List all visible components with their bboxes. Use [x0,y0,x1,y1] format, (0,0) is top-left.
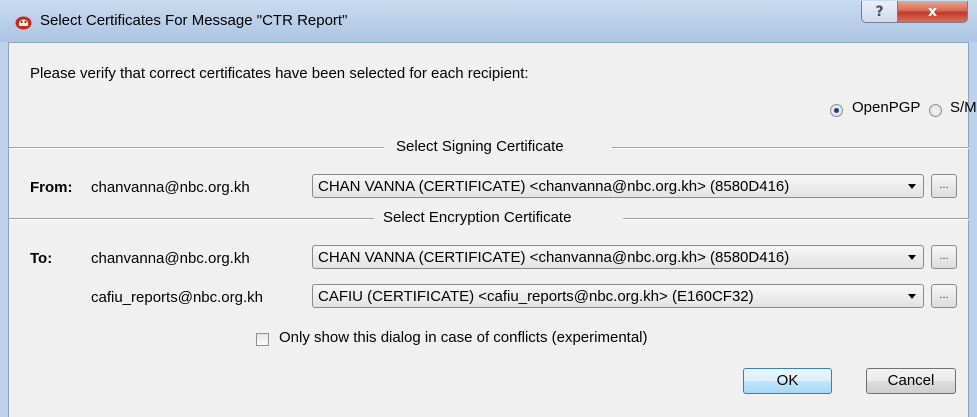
signing-address: chanvanna@nbc.org.kh [91,179,250,196]
recipient-certificate-select[interactable]: CHAN VANNA (CERTIFICATE) <chanvanna@nbc.… [312,245,924,269]
openpgp-label[interactable]: OpenPGP [852,99,920,116]
from-label: From: [30,179,73,196]
recipient-certificate-select[interactable]: CAFIU (CERTIFICATE) <cafiu_reports@nbc.o… [312,284,924,308]
dialog-body: Please verify that correct certificates … [8,42,977,417]
chevron-down-icon [908,294,916,299]
help-button[interactable]: ? [861,1,898,23]
cancel-button[interactable]: Cancel [866,368,956,394]
openpgp-radio[interactable] [830,104,843,117]
smime-label[interactable]: S/MIME [950,99,977,116]
recipient-certificate-value: CAFIU (CERTIFICATE) <cafiu_reports@nbc.o… [318,288,754,305]
signing-separator-left [9,147,384,149]
title-bar[interactable]: Select Certificates For Message "CTR Rep… [0,0,977,42]
recipient-certificate-value: CHAN VANNA (CERTIFICATE) <chanvanna@nbc.… [318,249,790,266]
chevron-down-icon [908,184,916,189]
close-button[interactable]: x [897,1,968,23]
dialog-window: Select Certificates For Message "CTR Rep… [0,0,977,417]
recipient-address: cafiu_reports@nbc.org.kh [91,289,263,306]
ok-button[interactable]: OK [743,368,832,394]
signing-separator-right [612,147,969,149]
help-icon: ? [875,3,884,20]
signing-section-title: Select Signing Certificate [396,138,564,155]
conflicts-checkbox[interactable] [256,333,269,346]
recipient-address: chanvanna@nbc.org.kh [91,250,250,267]
window-title: Select Certificates For Message "CTR Rep… [40,12,348,29]
intro-text: Please verify that correct certificates … [30,65,529,82]
app-icon [15,16,32,30]
encryption-separator-left [9,218,374,220]
to-label: To: [30,250,53,267]
recipient-details-button[interactable]: ... [931,245,957,269]
encryption-separator-right [623,218,969,220]
close-icon: x [927,3,938,20]
signing-certificate-select[interactable]: CHAN VANNA (CERTIFICATE) <chanvanna@nbc.… [312,174,924,198]
signing-certificate-value: CHAN VANNA (CERTIFICATE) <chanvanna@nbc.… [318,178,790,195]
recipient-details-button[interactable]: ... [931,284,957,308]
encryption-section-title: Select Encryption Certificate [383,209,572,226]
smime-radio[interactable] [929,104,942,117]
chevron-down-icon [908,255,916,260]
signing-details-button[interactable]: ... [931,174,957,198]
conflicts-checkbox-label[interactable]: Only show this dialog in case of conflic… [279,329,648,346]
